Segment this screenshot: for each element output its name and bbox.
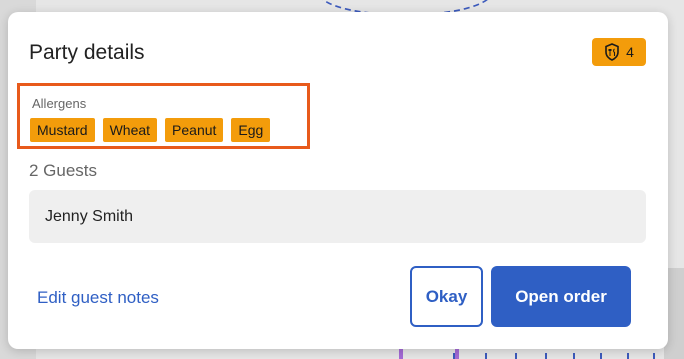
- edit-guest-notes-link[interactable]: Edit guest notes: [37, 288, 159, 308]
- okay-button[interactable]: Okay: [410, 266, 483, 327]
- party-details-dialog: Party details 4 Allergens Mustard Wheat …: [8, 12, 668, 349]
- allergen-count: 4: [626, 44, 634, 60]
- allergen-count-badge: 4: [592, 38, 646, 66]
- allergen-chip: Egg: [231, 118, 271, 142]
- guest-row[interactable]: Jenny Smith: [29, 190, 646, 243]
- allergens-section: Allergens Mustard Wheat Peanut Egg: [17, 83, 310, 149]
- open-order-button[interactable]: Open order: [491, 266, 631, 327]
- dialog-title: Party details: [29, 41, 145, 64]
- allergen-shield-icon: [605, 43, 619, 61]
- allergens-label: Allergens: [32, 96, 87, 111]
- allergen-chip-list: Mustard Wheat Peanut Egg: [30, 118, 271, 142]
- allergen-chip: Wheat: [102, 118, 158, 142]
- allergen-chip: Mustard: [30, 118, 95, 142]
- guest-name: Jenny Smith: [45, 207, 134, 225]
- guests-count: 2 Guests: [29, 161, 98, 180]
- allergen-chip: Peanut: [165, 118, 224, 142]
